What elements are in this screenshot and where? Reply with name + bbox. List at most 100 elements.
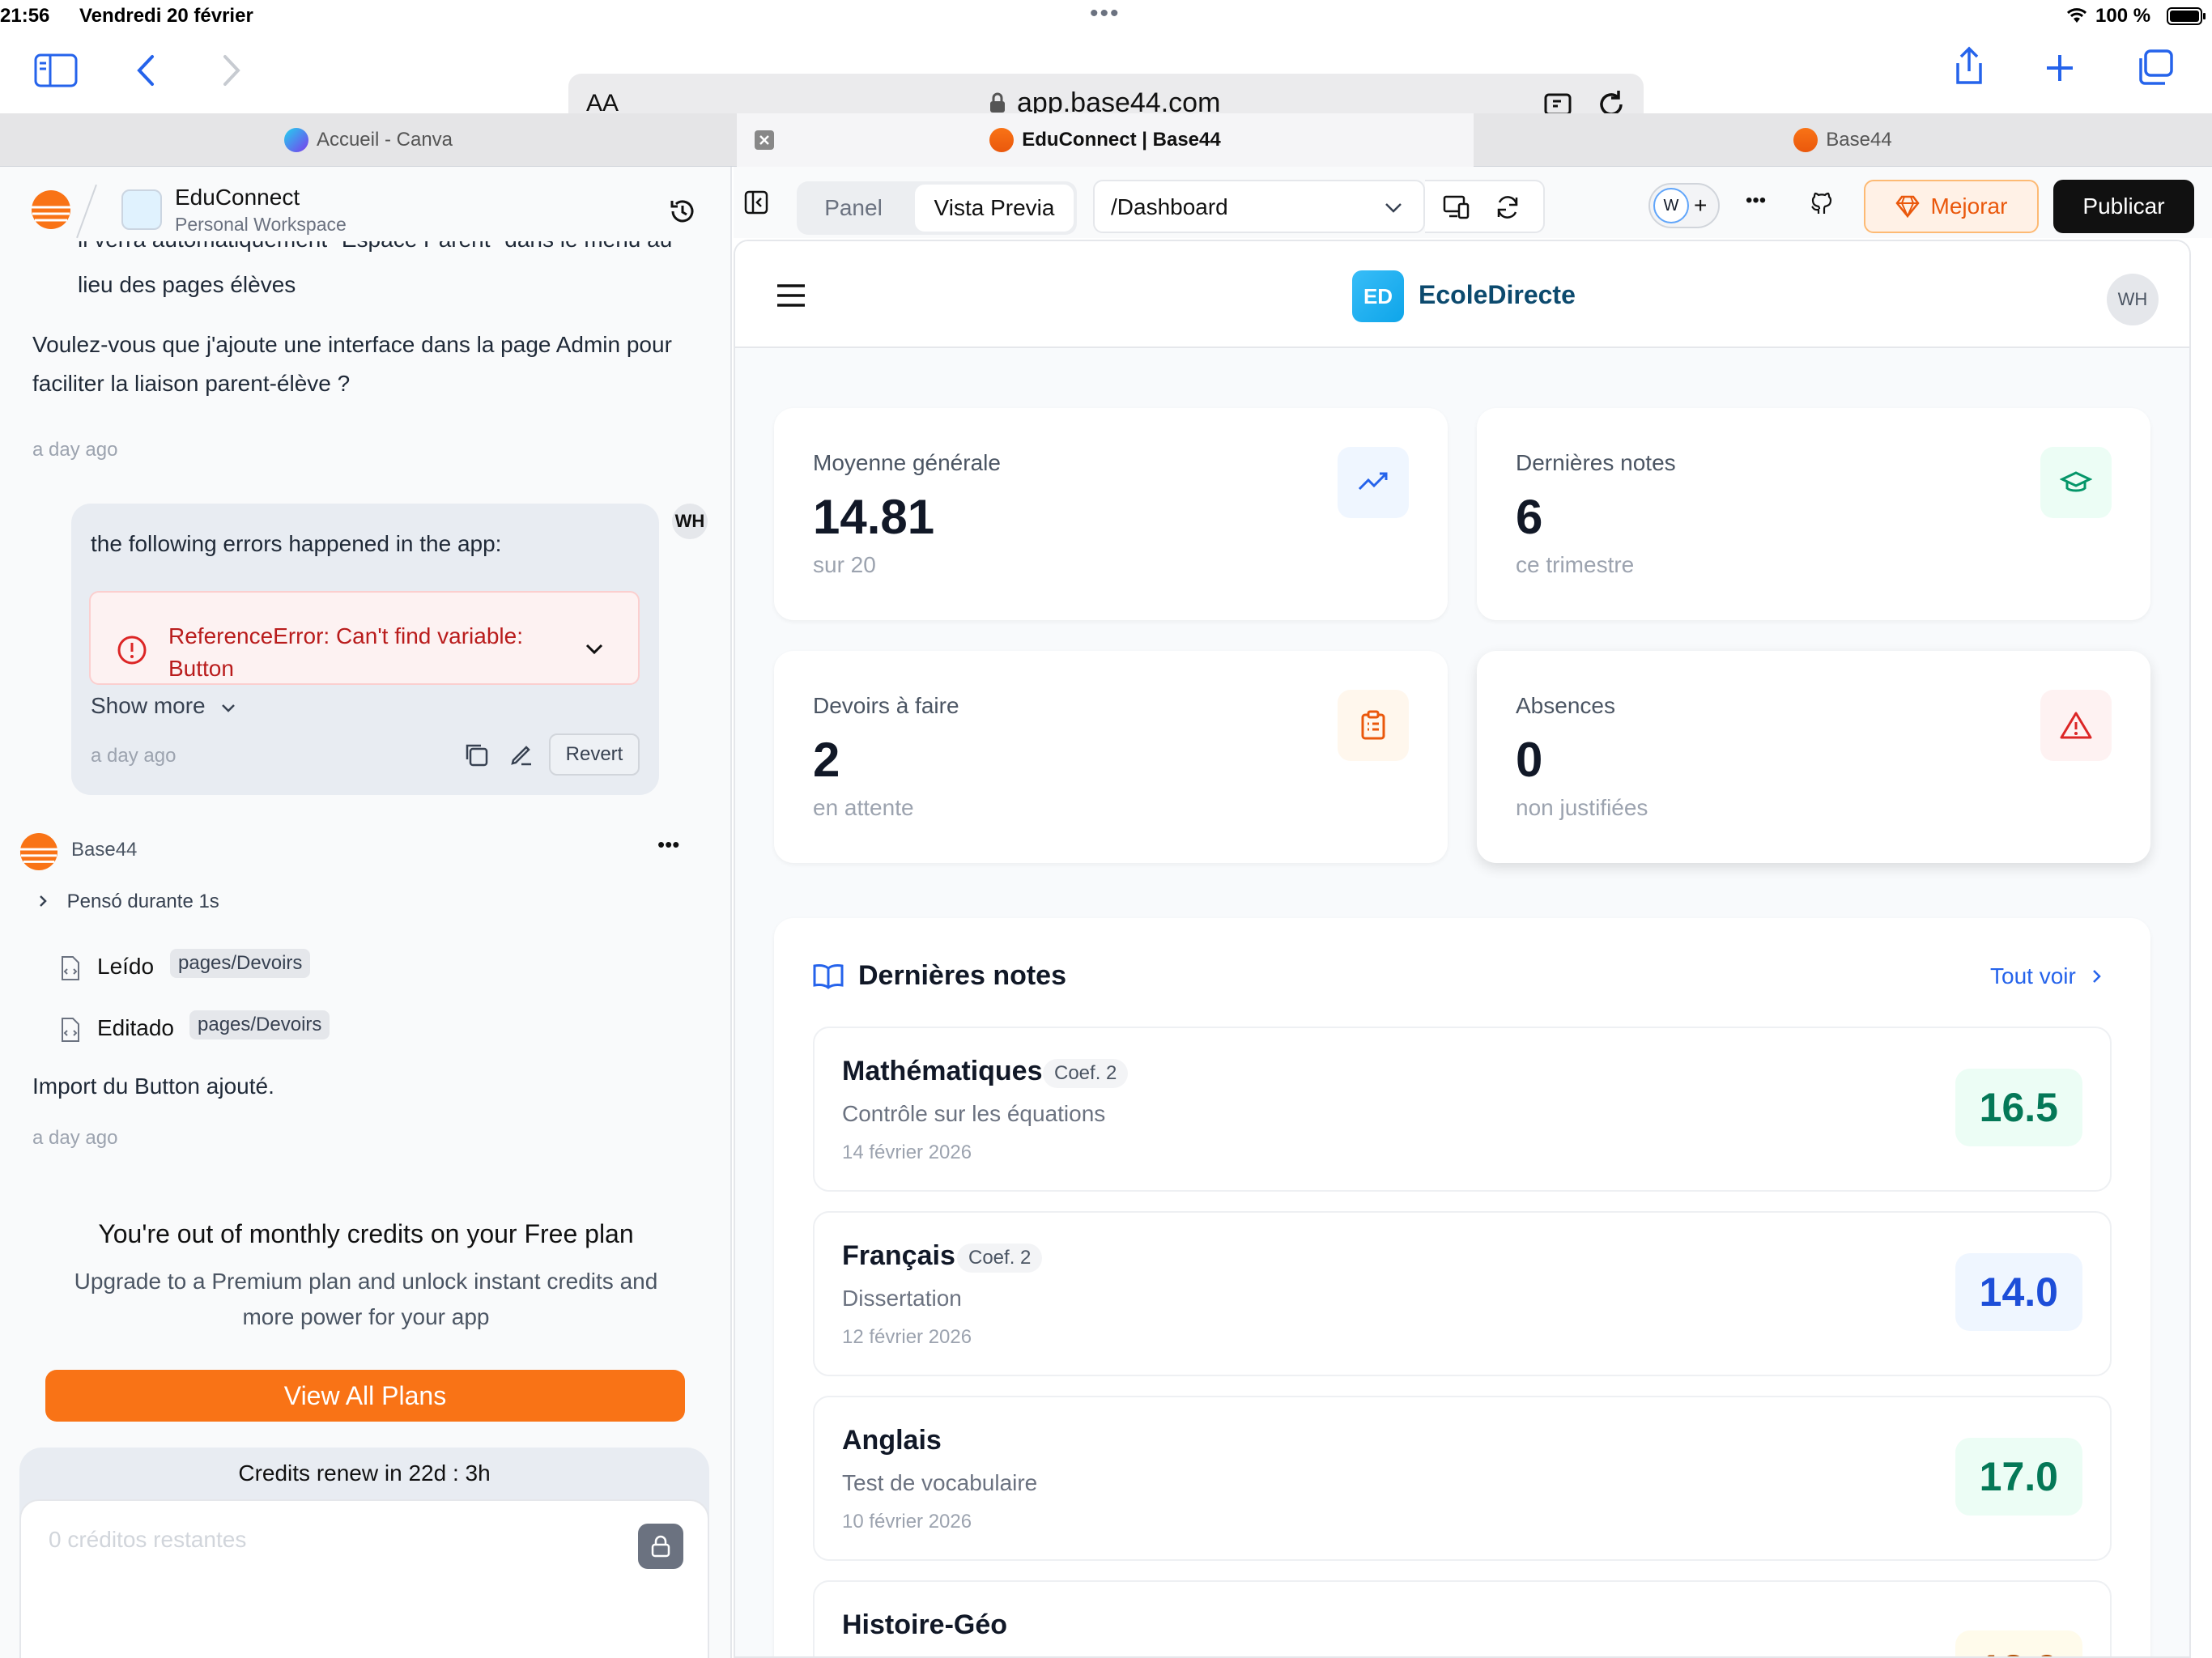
stat-value: 14.81	[813, 490, 935, 544]
grade-row[interactable]: Histoire-Géo 12.0	[813, 1580, 2112, 1656]
multitasking-dots[interactable]: •••	[1090, 0, 1121, 28]
sidebar-toggle-icon[interactable]	[34, 53, 78, 87]
panel-tab[interactable]: Panel	[797, 181, 910, 235]
revert-button[interactable]: Revert	[549, 733, 640, 776]
close-tab-icon[interactable]	[755, 130, 774, 150]
error-box[interactable]: ReferenceError: Can't find variable: But…	[89, 591, 640, 685]
action-edit-label: Editado	[97, 1015, 174, 1040]
preview-tab[interactable]: Vista Previa	[915, 185, 1074, 232]
view-all-plans-button[interactable]: View All Plans	[45, 1370, 685, 1422]
workspace-name: Personal Workspace	[175, 214, 347, 235]
chat-input[interactable]: 0 créditos restantes	[19, 1499, 709, 1658]
share-icon[interactable]	[1951, 45, 1987, 86]
recent-grades-section: Dernières notes Tout voir Mathématiques …	[774, 918, 2150, 1656]
upgrade-body: more power for your app	[242, 1304, 490, 1329]
credits-renew-text: Credits renew in 22d : 3h	[238, 1460, 491, 1486]
stat-card-average: Moyenne générale 14.81 sur 20	[774, 408, 1448, 620]
coef-badge: Coef. 2	[957, 1244, 1043, 1273]
tab-educonnect[interactable]: EduConnect | Base44	[737, 113, 1474, 167]
grade-row[interactable]: Anglais Test de vocabulaire 10 février 2…	[813, 1396, 2112, 1561]
back-icon[interactable]	[136, 53, 155, 87]
file-icon	[60, 955, 81, 981]
grade-score: 16.5	[1955, 1069, 2082, 1146]
tabs-overview-icon[interactable]	[2136, 49, 2175, 86]
error-text: ReferenceError: Can't find variable: But…	[168, 623, 523, 681]
file-chip[interactable]: pages/Devoirs	[170, 949, 311, 978]
history-icon[interactable]	[669, 198, 696, 225]
grade-score: 17.0	[1955, 1438, 2082, 1516]
user-message-bubble: the following errors happened in the app…	[71, 504, 659, 795]
profile-avatar[interactable]: WH	[2107, 274, 2159, 325]
show-more-button[interactable]: Show more	[91, 693, 236, 719]
stat-card-recent-grades: Dernières notes 6 ce trimestre	[1477, 408, 2150, 620]
app-logo[interactable]: ED	[1352, 270, 1404, 322]
new-tab-icon[interactable]	[2044, 52, 2076, 84]
publish-button[interactable]: Publicar	[2053, 180, 2194, 233]
canva-icon	[283, 128, 308, 152]
upgrade-button[interactable]: Mejorar	[1864, 180, 2039, 233]
app-preview: ED EcoleDirecte WH Moyenne générale 14.8…	[734, 240, 2191, 1658]
stat-label: Dernières notes	[1516, 450, 1676, 475]
grade-subject: Français	[842, 1240, 955, 1271]
base44-logo	[19, 832, 58, 871]
menu-icon[interactable]	[776, 283, 806, 308]
base44-icon	[989, 128, 1015, 152]
more-menu-button[interactable]: •••	[1746, 189, 1766, 212]
error-icon	[117, 635, 147, 665]
trending-up-icon	[1338, 447, 1409, 518]
grade-description: Dissertation	[842, 1286, 962, 1311]
thought-toggle[interactable]: Pensó durante 1s	[39, 891, 219, 913]
add-collaborator-button[interactable]: +	[1694, 193, 1707, 219]
bot-reply: Import du Button ajouté.	[32, 1073, 274, 1099]
base44-icon	[1793, 128, 1819, 152]
user-avatar: WH	[672, 504, 708, 539]
user-message-text: the following errors happened in the app…	[91, 531, 502, 556]
tab-base44[interactable]: Base44	[1474, 113, 2212, 167]
forward-icon[interactable]	[222, 53, 241, 87]
route-select[interactable]: /Dashboard	[1093, 180, 1425, 233]
refresh-icon[interactable]	[1495, 194, 1521, 220]
app-name[interactable]: EduConnect	[175, 185, 300, 210]
message-text: Voulez-vous que j'ajoute une interface d…	[32, 332, 672, 357]
status-bar: 21:56 Vendredi 20 février ••• 100 %	[0, 0, 2212, 36]
browser-toolbar: AA app.base44.com	[0, 36, 2212, 134]
tab-label: Base44	[1826, 129, 1892, 151]
grade-row[interactable]: Mathématiques Coef. 2 Contrôle sur les é…	[813, 1027, 2112, 1192]
lock-icon	[651, 1535, 670, 1558]
grade-score: 14.0	[1955, 1253, 2082, 1331]
lock-button[interactable]	[638, 1524, 683, 1569]
tab-label: Accueil - Canva	[316, 129, 453, 151]
devices-icon[interactable]	[1443, 194, 1470, 220]
stat-label: Absences	[1516, 693, 1615, 718]
alert-triangle-icon	[2040, 690, 2112, 761]
app-title: EcoleDirecte	[1419, 280, 1576, 309]
collaborators[interactable]: W +	[1648, 183, 1720, 228]
more-options-button[interactable]: •••	[657, 832, 679, 857]
edit-icon[interactable]	[508, 742, 534, 767]
grade-subject: Histoire-Géo	[842, 1609, 1008, 1640]
stat-sub: sur 20	[813, 552, 876, 577]
partial-message-line: il verra automatiquement "Espace Parent"…	[78, 241, 672, 262]
stat-card-absences: Absences 0 non justifiées	[1477, 651, 2150, 863]
see-all-link[interactable]: Tout voir	[1990, 963, 2102, 989]
collapse-sidebar-icon[interactable]	[743, 189, 769, 215]
chevron-down-icon[interactable]	[585, 643, 604, 656]
app-thumbnail[interactable]	[121, 189, 162, 230]
file-chip[interactable]: pages/Devoirs	[189, 1010, 330, 1039]
stat-sub: non justifiées	[1516, 795, 1648, 820]
copy-icon[interactable]	[463, 742, 489, 767]
tab-label: EduConnect | Base44	[1022, 129, 1221, 151]
lock-icon	[989, 91, 1006, 114]
grade-row[interactable]: Français Coef. 2 Dissertation 12 février…	[813, 1211, 2112, 1376]
tab-canva[interactable]: Accueil - Canva	[0, 113, 737, 167]
base44-logo[interactable]	[31, 189, 71, 230]
collaborator-avatar: W	[1653, 188, 1689, 223]
github-icon[interactable]	[1809, 189, 1836, 217]
chat-input-placeholder: 0 créditos restantes	[49, 1527, 247, 1552]
grade-subject: Anglais	[842, 1425, 942, 1456]
divider	[76, 184, 97, 239]
grade-score: 12.0	[1955, 1630, 2082, 1656]
stat-value: 2	[813, 733, 840, 787]
book-open-icon	[813, 963, 844, 989]
timestamp: a day ago	[91, 745, 177, 767]
